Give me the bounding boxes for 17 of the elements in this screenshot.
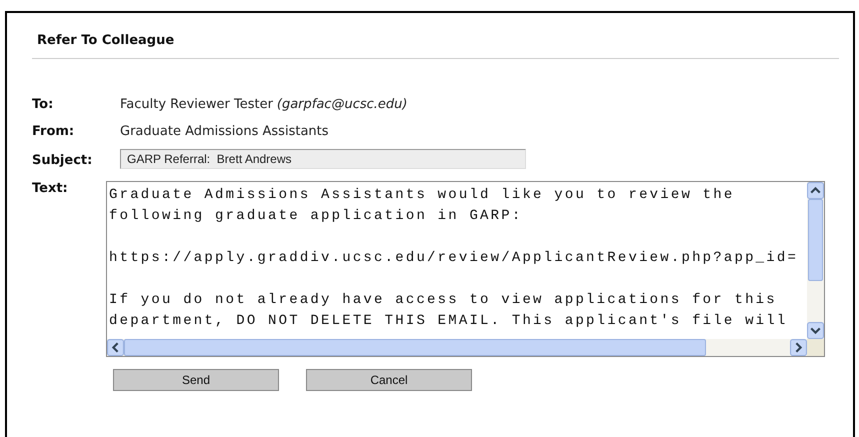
field-label: Subject: xyxy=(32,152,94,168)
scroll-right-icon[interactable] xyxy=(790,339,807,356)
message-text-area[interactable]: Graduate Admissions Assistants would like you to review the following graduate application in GARP: https://apply.graddiv.ucsc.edu/review/ApplicantReview.php?app_id= If you do not already have access to view applications for this department, DO NOT DELETE THIS EMAIL. This applicant's file will xyxy=(106,181,825,357)
vertical-scrollbar[interactable] xyxy=(807,182,824,339)
scroll-up-icon[interactable] xyxy=(807,182,824,199)
scroll-left-icon[interactable] xyxy=(107,339,124,356)
scrollbar-corner xyxy=(807,339,824,356)
horizontal-scrollbar[interactable] xyxy=(107,339,807,356)
form-button[interactable]: Send xyxy=(113,369,279,391)
subject-field[interactable]: GARP Referral: Brett Andrews xyxy=(120,149,526,169)
dialog-title: Refer To Colleague xyxy=(37,33,176,48)
field-label: From: xyxy=(32,124,76,139)
field-label: To: xyxy=(32,97,54,112)
form-button[interactable]: Cancel xyxy=(306,369,472,391)
scroll-down-icon[interactable] xyxy=(807,322,824,339)
field-value: Graduate Admissions Assistants xyxy=(120,124,329,139)
field-value: Faculty Reviewer Tester (garpfac@ucsc.edu) xyxy=(120,97,408,112)
